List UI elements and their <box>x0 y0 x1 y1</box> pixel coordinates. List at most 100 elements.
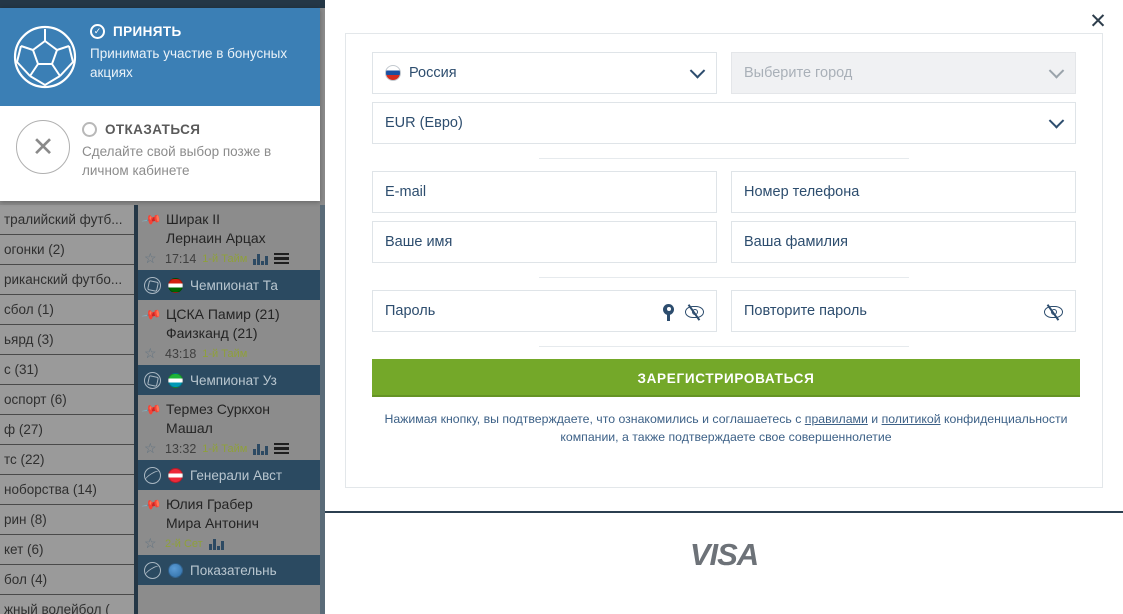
soccer-ball-icon <box>144 276 161 294</box>
favorite-star-icon[interactable]: ☆ <box>144 345 159 362</box>
sidebar-sport-item[interactable]: тралийский футб... <box>0 205 134 235</box>
statistics-chart-icon[interactable] <box>208 538 224 550</box>
close-icon[interactable]: ✕ <box>1085 8 1111 34</box>
markets-list-icon[interactable] <box>274 252 290 265</box>
sidebar-sport-item[interactable]: жный волейбол ( <box>0 595 134 614</box>
live-match-list[interactable]: 📌 Ширак II Лернаин Арцах ☆ 17:14 1-й Тайм Чемп… <box>138 205 320 614</box>
match-row[interactable]: 📌 Ширак II Лернаин Арцах ☆ 17:14 1-й Тайм <box>138 205 320 270</box>
sidebar-sport-item[interactable]: ноборства (14) <box>0 475 134 505</box>
pin-icon[interactable]: 📌 <box>140 492 163 516</box>
email-input[interactable]: E-mail <box>372 171 717 213</box>
league-name: Показательнь <box>190 562 277 578</box>
legal-disclaimer: Нажимая кнопку, вы подтверждаете, что оз… <box>372 410 1080 446</box>
app-screen: тралийский футб... огонки (2) риканский фу… <box>0 0 1123 614</box>
league-name: Чемпионат Та <box>190 277 278 293</box>
section-divider <box>372 158 1076 159</box>
statistics-chart-icon[interactable] <box>253 443 269 455</box>
match-row[interactable]: 📌 Юлия Грабер Мира Антонич ☆ 2-й Сет <box>138 490 320 555</box>
league-name: Чемпионат Уз <box>190 372 277 388</box>
team-name-home: Термез Суркхон <box>166 401 270 417</box>
page-footer: VISA <box>325 515 1123 614</box>
city-select[interactable]: Выберите город <box>731 52 1076 94</box>
bonus-accept-option[interactable]: ✓ ПРИНЯТЬ Принимать участие в бонусных а… <box>0 8 320 106</box>
favorite-star-icon[interactable]: ☆ <box>144 250 159 267</box>
sidebar-sport-item[interactable]: оспорт (6) <box>0 385 134 415</box>
match-period: 2-й Сет <box>165 537 203 550</box>
x-circle-icon: ✕ <box>16 120 70 174</box>
soccer-ball-icon <box>12 24 78 95</box>
sidebar-sport-item[interactable]: рин (8) <box>0 505 134 535</box>
phone-placeholder: Номер телефона <box>744 184 860 200</box>
sidebar-sport-item[interactable]: бол (4) <box>0 565 134 595</box>
flag-uz-icon <box>168 372 183 388</box>
match-row[interactable]: 📌 Термез Суркхон Машал ☆ 13:32 1-й Тайм <box>138 395 320 460</box>
sidebar-sport-item[interactable]: ф (27) <box>0 415 134 445</box>
chevron-down-icon <box>689 63 706 79</box>
match-time: 17:14 <box>165 251 197 266</box>
country-city-row: Россия Выберите город <box>372 52 1076 94</box>
register-button[interactable]: ЗАРЕГИСТРИРОВАТЬСЯ <box>372 359 1080 397</box>
radio-unchecked-icon[interactable] <box>82 122 97 137</box>
sidebar-sport-item[interactable]: кет (6) <box>0 535 134 565</box>
currency-value: EUR (Евро) <box>385 115 463 131</box>
phone-input[interactable]: Номер телефона <box>731 171 1076 213</box>
match-period: 1-й Тайм <box>202 442 248 455</box>
pin-icon[interactable]: 📌 <box>140 207 163 231</box>
team-name-away: Лернаин Арцах <box>166 230 266 246</box>
email-placeholder: E-mail <box>385 184 427 200</box>
name-row: Ваше имя Ваша фамилия <box>372 221 1076 263</box>
favorite-star-icon[interactable]: ☆ <box>144 440 159 457</box>
team-name-home: ЦСКА Памир (21) <box>166 306 280 322</box>
policy-link[interactable]: политикой <box>882 412 941 426</box>
section-divider <box>372 346 1076 347</box>
pin-icon[interactable]: 📌 <box>140 397 163 421</box>
match-row[interactable]: 📌 ЦСКА Памир (21) Фаизканд (21) ☆ 43:18 1-й Т… <box>138 300 320 365</box>
team-name-home: Ширак II <box>166 211 221 227</box>
league-header-row[interactable]: Генерали Авст <box>138 460 320 490</box>
favorite-star-icon[interactable]: ☆ <box>144 535 159 552</box>
eye-slash-icon[interactable] <box>1044 304 1063 321</box>
soccer-ball-icon <box>144 371 161 389</box>
tennis-ball-icon <box>144 466 161 484</box>
password-repeat-placeholder: Повторите пароль <box>744 303 867 319</box>
chevron-down-icon <box>1048 63 1065 79</box>
sidebar-sport-item[interactable]: огонки (2) <box>0 235 134 265</box>
league-header-row[interactable]: Чемпионат Уз <box>138 365 320 395</box>
radio-checked-icon[interactable]: ✓ <box>90 24 105 39</box>
bonus-decline-description: Сделайте свой выбор позже в личном кабин… <box>82 144 272 178</box>
last-name-input[interactable]: Ваша фамилия <box>731 221 1076 263</box>
sports-category-list[interactable]: тралийский футб... огонки (2) риканский фу… <box>0 205 134 614</box>
league-name: Генерали Авст <box>190 467 283 483</box>
legal-text-part1: Нажимая кнопку, вы подтверждаете, что оз… <box>384 412 805 426</box>
section-divider <box>372 277 1076 278</box>
bonus-choice-popup: ✓ ПРИНЯТЬ Принимать участие в бонусных а… <box>0 8 320 201</box>
rules-link[interactable]: правилами <box>805 412 868 426</box>
chevron-down-icon <box>1048 113 1065 129</box>
eye-slash-icon[interactable] <box>685 304 704 321</box>
sidebar-sport-item[interactable]: риканский футбо... <box>0 265 134 295</box>
country-select[interactable]: Россия <box>372 52 717 94</box>
bonus-decline-option[interactable]: ✕ ОТКАЗАТЬСЯ Сделайте свой выбор позже в… <box>0 106 320 201</box>
password-input[interactable]: Пароль <box>372 290 717 332</box>
bonus-accept-description: Принимать участие в бонусных акциях <box>90 46 288 80</box>
league-header-row[interactable]: Чемпионат Та <box>138 270 320 300</box>
league-header-row[interactable]: Показательнь <box>138 555 320 585</box>
password-repeat-input[interactable]: Повторите пароль <box>731 290 1076 332</box>
sidebar-sport-item[interactable]: ьярд (3) <box>0 325 134 355</box>
first-name-placeholder: Ваше имя <box>385 234 453 250</box>
match-time: 13:32 <box>165 441 197 456</box>
first-name-input[interactable]: Ваше имя <box>372 221 717 263</box>
currency-select[interactable]: EUR (Евро) <box>372 102 1076 144</box>
sidebar-sport-item[interactable]: с (31) <box>0 355 134 385</box>
sidebar-sport-item[interactable]: сбол (1) <box>0 295 134 325</box>
markets-list-icon[interactable] <box>274 442 290 455</box>
statistics-chart-icon[interactable] <box>253 253 269 265</box>
pin-icon[interactable]: 📌 <box>140 302 163 326</box>
team-name-away: Машал <box>166 420 213 436</box>
currency-row: EUR (Евро) <box>372 102 1076 144</box>
key-icon[interactable] <box>663 303 674 321</box>
team-name-home: Юлия Грабер <box>166 496 253 512</box>
sidebar-sport-item[interactable]: тс (22) <box>0 445 134 475</box>
email-phone-row: E-mail Номер телефона <box>372 171 1076 213</box>
tennis-ball-icon <box>144 561 161 579</box>
